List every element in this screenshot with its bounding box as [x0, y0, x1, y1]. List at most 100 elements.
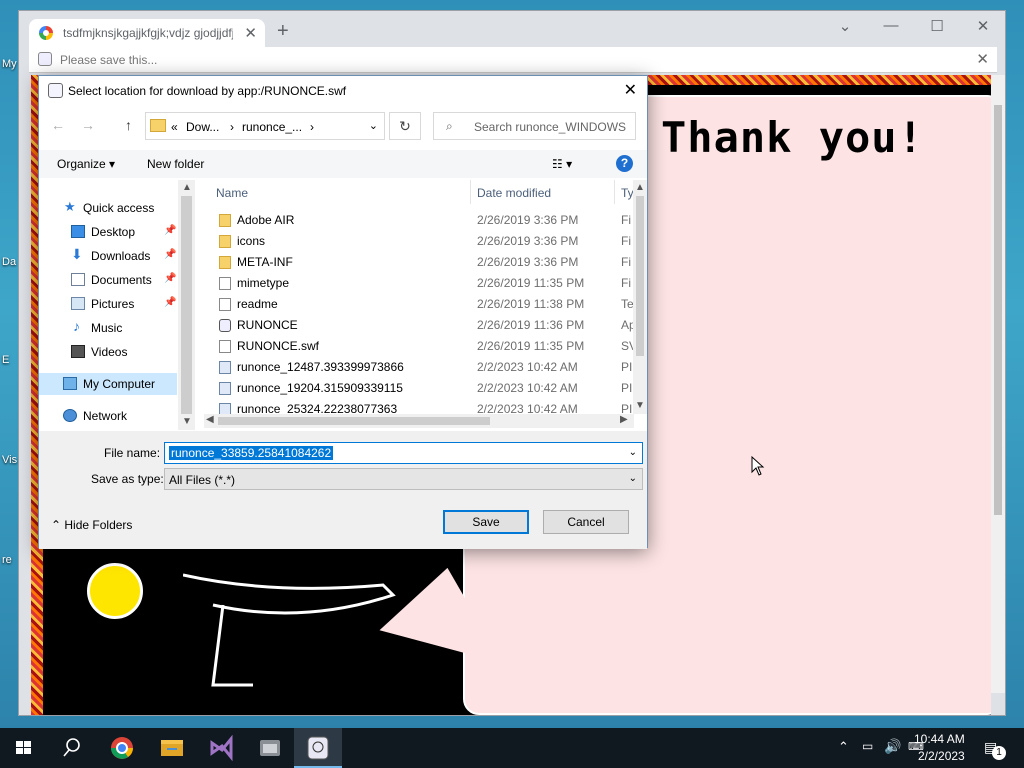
- clock-time[interactable]: 10:44 AM: [914, 732, 965, 746]
- save-button[interactable]: Save: [443, 510, 529, 534]
- info-bar-close-icon[interactable]: ✕: [976, 50, 989, 68]
- help-icon[interactable]: ?: [616, 155, 633, 172]
- scrollbar-thumb[interactable]: [181, 196, 192, 414]
- file-row[interactable]: RUNONCE.swf 2/26/2019 11:35 PM SV: [204, 336, 637, 357]
- back-arrow-icon[interactable]: ←: [51, 117, 65, 133]
- nav-item-quick-access[interactable]: ★ Quick access: [39, 197, 194, 219]
- desktop-icon-label[interactable]: E: [2, 354, 9, 366]
- network-icon: [63, 409, 77, 422]
- pin-icon: 📌: [164, 273, 177, 284]
- forward-arrow-icon[interactable]: →: [81, 117, 95, 133]
- file-row[interactable]: runonce_12487.393399973866 2/2/2023 10:4…: [204, 357, 634, 378]
- organize-menu[interactable]: Organize ▾: [57, 157, 115, 171]
- search-button[interactable]: [48, 728, 96, 768]
- start-button[interactable]: [0, 728, 48, 768]
- minimize-button[interactable]: —: [871, 17, 911, 34]
- file-row[interactable]: icons 2/26/2019 3:36 PM Fi: [204, 231, 634, 252]
- scroll-left-icon[interactable]: ◀: [206, 414, 214, 425]
- scroll-up-icon[interactable]: ▲: [182, 182, 192, 193]
- file-row[interactable]: META-INF 2/26/2019 3:36 PM Fi: [204, 252, 634, 273]
- nav-item-documents[interactable]: Documents 📌: [39, 269, 194, 291]
- dialog-close-button[interactable]: ✕: [624, 80, 637, 100]
- column-separator[interactable]: [614, 180, 615, 204]
- clock-date[interactable]: 2/2/2023: [918, 749, 965, 763]
- chevron-down-icon[interactable]: ⌄: [629, 473, 637, 484]
- nav-label: Network: [83, 409, 128, 423]
- nav-item-pictures[interactable]: Pictures 📌: [39, 293, 194, 315]
- nav-label: Desktop: [91, 225, 136, 239]
- volume-icon[interactable]: 🔊: [884, 738, 901, 755]
- page-scrollbar[interactable]: [991, 75, 1005, 693]
- chevron-down-icon[interactable]: ⌄: [369, 119, 378, 132]
- file-list-vertical-scrollbar[interactable]: ▲ ▼: [633, 180, 647, 414]
- nav-item-music[interactable]: ♪ Music: [39, 317, 194, 339]
- nav-item-desktop[interactable]: Desktop 📌: [39, 221, 194, 243]
- visual-studio-taskbar-button[interactable]: [198, 728, 246, 768]
- column-header-date[interactable]: Date modified: [477, 186, 551, 200]
- new-folder-button[interactable]: New folder: [147, 157, 204, 171]
- file-row[interactable]: readme 2/26/2019 11:38 PM Te: [204, 294, 634, 315]
- chevron-up-icon[interactable]: ⌃: [838, 739, 849, 755]
- column-header-name[interactable]: Name: [216, 186, 248, 200]
- navigation-row: ← → ↑ « Dow... › runonce_... › ⌄ ↻ ⌕ Sea…: [39, 109, 647, 143]
- scroll-up-icon[interactable]: ▲: [635, 182, 645, 193]
- nav-label: Videos: [91, 345, 128, 359]
- file-row[interactable]: RUNONCE 2/26/2019 11:36 PM Ap: [204, 315, 636, 336]
- file-list-horizontal-scrollbar[interactable]: ◀ ▶: [204, 414, 634, 428]
- file-date: 2/2/2023 10:42 AM: [477, 360, 578, 374]
- scrollbar-thumb[interactable]: [636, 196, 644, 356]
- pin-icon: 📌: [164, 249, 177, 260]
- scrollbar-thumb[interactable]: [994, 105, 1002, 515]
- scroll-down-icon[interactable]: ▼: [635, 400, 645, 411]
- view-options-button[interactable]: ☷ ▾: [552, 157, 572, 171]
- desktop-icon-label[interactable]: My: [2, 58, 17, 70]
- breadcrumb-separator[interactable]: ›: [230, 120, 234, 134]
- cancel-button[interactable]: Cancel: [543, 510, 629, 534]
- address-bar[interactable]: « Dow... › runonce_... › ⌄: [145, 112, 385, 140]
- hide-folders-button[interactable]: ⌃ Hide Folders: [51, 518, 132, 532]
- browser-tab[interactable]: tsdfmjknsjkgajjkfgjk;vdjz gjodjjdfjdfj ✕: [29, 19, 265, 47]
- new-tab-button[interactable]: +: [277, 21, 289, 41]
- scroll-right-icon[interactable]: ▶: [620, 414, 628, 425]
- file-name-field[interactable]: runonce_33859.25841084262 ⌄: [164, 442, 643, 464]
- nav-item-my-computer[interactable]: My Computer: [39, 373, 177, 395]
- breadcrumb-downloads[interactable]: Dow...: [186, 120, 219, 134]
- chrome-taskbar-button[interactable]: [98, 728, 146, 768]
- breadcrumb-separator[interactable]: ›: [310, 120, 314, 134]
- desktop-icon-label[interactable]: Vis: [2, 454, 17, 466]
- search-input[interactable]: ⌕ Search runonce_WINDOWS: [433, 112, 636, 140]
- desktop-icon-label[interactable]: Da: [2, 256, 16, 268]
- runonce-taskbar-button[interactable]: [294, 728, 342, 768]
- desktop-icon-label[interactable]: re: [2, 554, 12, 566]
- column-separator[interactable]: [470, 180, 471, 204]
- save-as-type-select[interactable]: All Files (*.*) ⌄: [164, 468, 643, 490]
- scrollbar-thumb[interactable]: [218, 417, 490, 425]
- file-row[interactable]: runonce_19204.315909339115 2/2/2023 10:4…: [204, 378, 634, 399]
- file-explorer-taskbar-button[interactable]: [148, 728, 196, 768]
- tab-strip: tsdfmjknsjkgajjkfgjk;vdjz gjodjjdfjdfj ✕…: [19, 11, 1005, 47]
- up-arrow-icon[interactable]: ↑: [125, 117, 132, 133]
- close-window-button[interactable]: ✕: [963, 17, 1003, 35]
- nav-item-network[interactable]: Network: [39, 405, 194, 427]
- network-icon[interactable]: ▭: [862, 739, 873, 753]
- breadcrumb-overflow[interactable]: «: [171, 120, 178, 134]
- windows-icon: [16, 741, 31, 754]
- nav-item-downloads[interactable]: ⬇ Downloads 📌: [39, 245, 194, 267]
- maximize-button[interactable]: ☐: [917, 17, 957, 35]
- file-row[interactable]: mimetype 2/26/2019 11:35 PM Fi: [204, 273, 634, 294]
- column-header-type[interactable]: Ty: [621, 186, 634, 200]
- nav-item-videos[interactable]: Videos: [39, 341, 194, 363]
- file-row[interactable]: Adobe AIR 2/26/2019 3:36 PM Fi: [204, 210, 634, 231]
- breadcrumb-runonce[interactable]: runonce_...: [242, 120, 302, 134]
- info-bar-text: Please save this...: [60, 53, 158, 67]
- chevron-down-icon[interactable]: ⌄: [629, 447, 637, 458]
- nav-scrollbar[interactable]: ▲ ▼: [178, 180, 195, 430]
- app-taskbar-button[interactable]: [246, 728, 294, 768]
- scroll-down-icon[interactable]: ▼: [182, 416, 192, 427]
- file-icon: [219, 277, 231, 290]
- tab-close-icon[interactable]: ✕: [244, 24, 257, 42]
- refresh-button[interactable]: ↻: [389, 112, 421, 140]
- tab-search-button[interactable]: ⌄: [825, 17, 865, 35]
- file-name: readme: [237, 297, 278, 311]
- videos-icon: [71, 345, 85, 358]
